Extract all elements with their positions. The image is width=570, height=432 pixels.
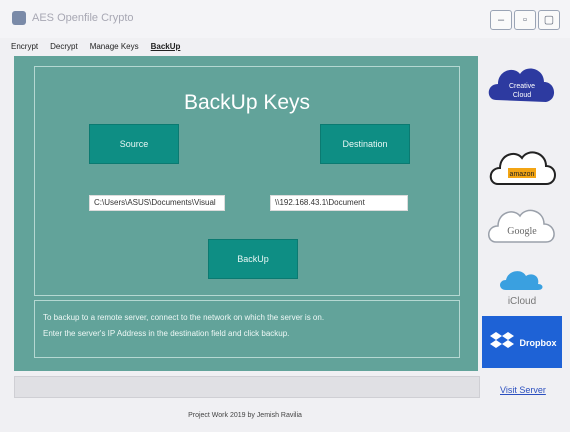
tab-bar: Encrypt Decrypt Manage Keys BackUp xyxy=(10,42,181,56)
info-line-2: Enter the server's IP Address in the des… xyxy=(43,329,290,338)
backup-button[interactable]: BackUp xyxy=(209,240,297,278)
maximize-button[interactable]: ▫ xyxy=(514,10,536,30)
title-bar: AES Openfile Crypto – ▫ ▢ xyxy=(0,0,570,38)
source-button[interactable]: Source xyxy=(90,125,178,163)
icloud-icon[interactable]: iCloud xyxy=(482,260,562,312)
svg-text:amazon: amazon xyxy=(510,171,535,178)
tab-backup[interactable]: BackUp xyxy=(150,42,182,56)
destination-path-field[interactable]: \\192.168.43.1\Document xyxy=(270,195,408,211)
app-icon xyxy=(12,11,26,25)
window-title: AES Openfile Crypto xyxy=(32,12,134,24)
dropbox-icon[interactable]: Dropbox xyxy=(482,316,562,368)
backup-panel: BackUp Keys Source Destination C:\Users\… xyxy=(14,56,478,371)
minimize-button[interactable]: – xyxy=(490,10,512,30)
svg-text:Dropbox: Dropbox xyxy=(520,338,557,348)
status-bar xyxy=(14,376,480,398)
visit-server-link[interactable]: Visit Server xyxy=(500,385,546,395)
app-window: AES Openfile Crypto – ▫ ▢ Encrypt Decryp… xyxy=(0,0,570,432)
page-title: BackUp Keys xyxy=(183,91,311,114)
info-line-1: To backup to a remote server, connect to… xyxy=(43,313,325,322)
svg-text:Cloud: Cloud xyxy=(513,92,531,99)
tab-encrypt[interactable]: Encrypt xyxy=(10,42,39,56)
amazon-cloud-icon[interactable]: amazon xyxy=(482,140,562,192)
svg-text:Creative: Creative xyxy=(509,83,535,90)
tab-manage-keys[interactable]: Manage Keys xyxy=(89,42,140,56)
svg-text:iCloud: iCloud xyxy=(508,296,536,307)
destination-button[interactable]: Destination xyxy=(321,125,409,163)
svg-text:Google: Google xyxy=(507,226,537,237)
tab-decrypt[interactable]: Decrypt xyxy=(49,42,79,56)
source-path-field[interactable]: C:\Users\ASUS\Documents\Visual xyxy=(89,195,225,211)
close-button[interactable]: ▢ xyxy=(538,10,560,30)
creative-cloud-icon[interactable]: Creative Cloud xyxy=(482,64,562,116)
info-box: To backup to a remote server, connect to… xyxy=(34,300,460,358)
google-cloud-icon[interactable]: Google xyxy=(482,198,562,250)
footer-text: Project Work 2019 by Jemish Ravilia xyxy=(188,412,302,419)
backup-group: BackUp Keys Source Destination C:\Users\… xyxy=(34,66,460,296)
